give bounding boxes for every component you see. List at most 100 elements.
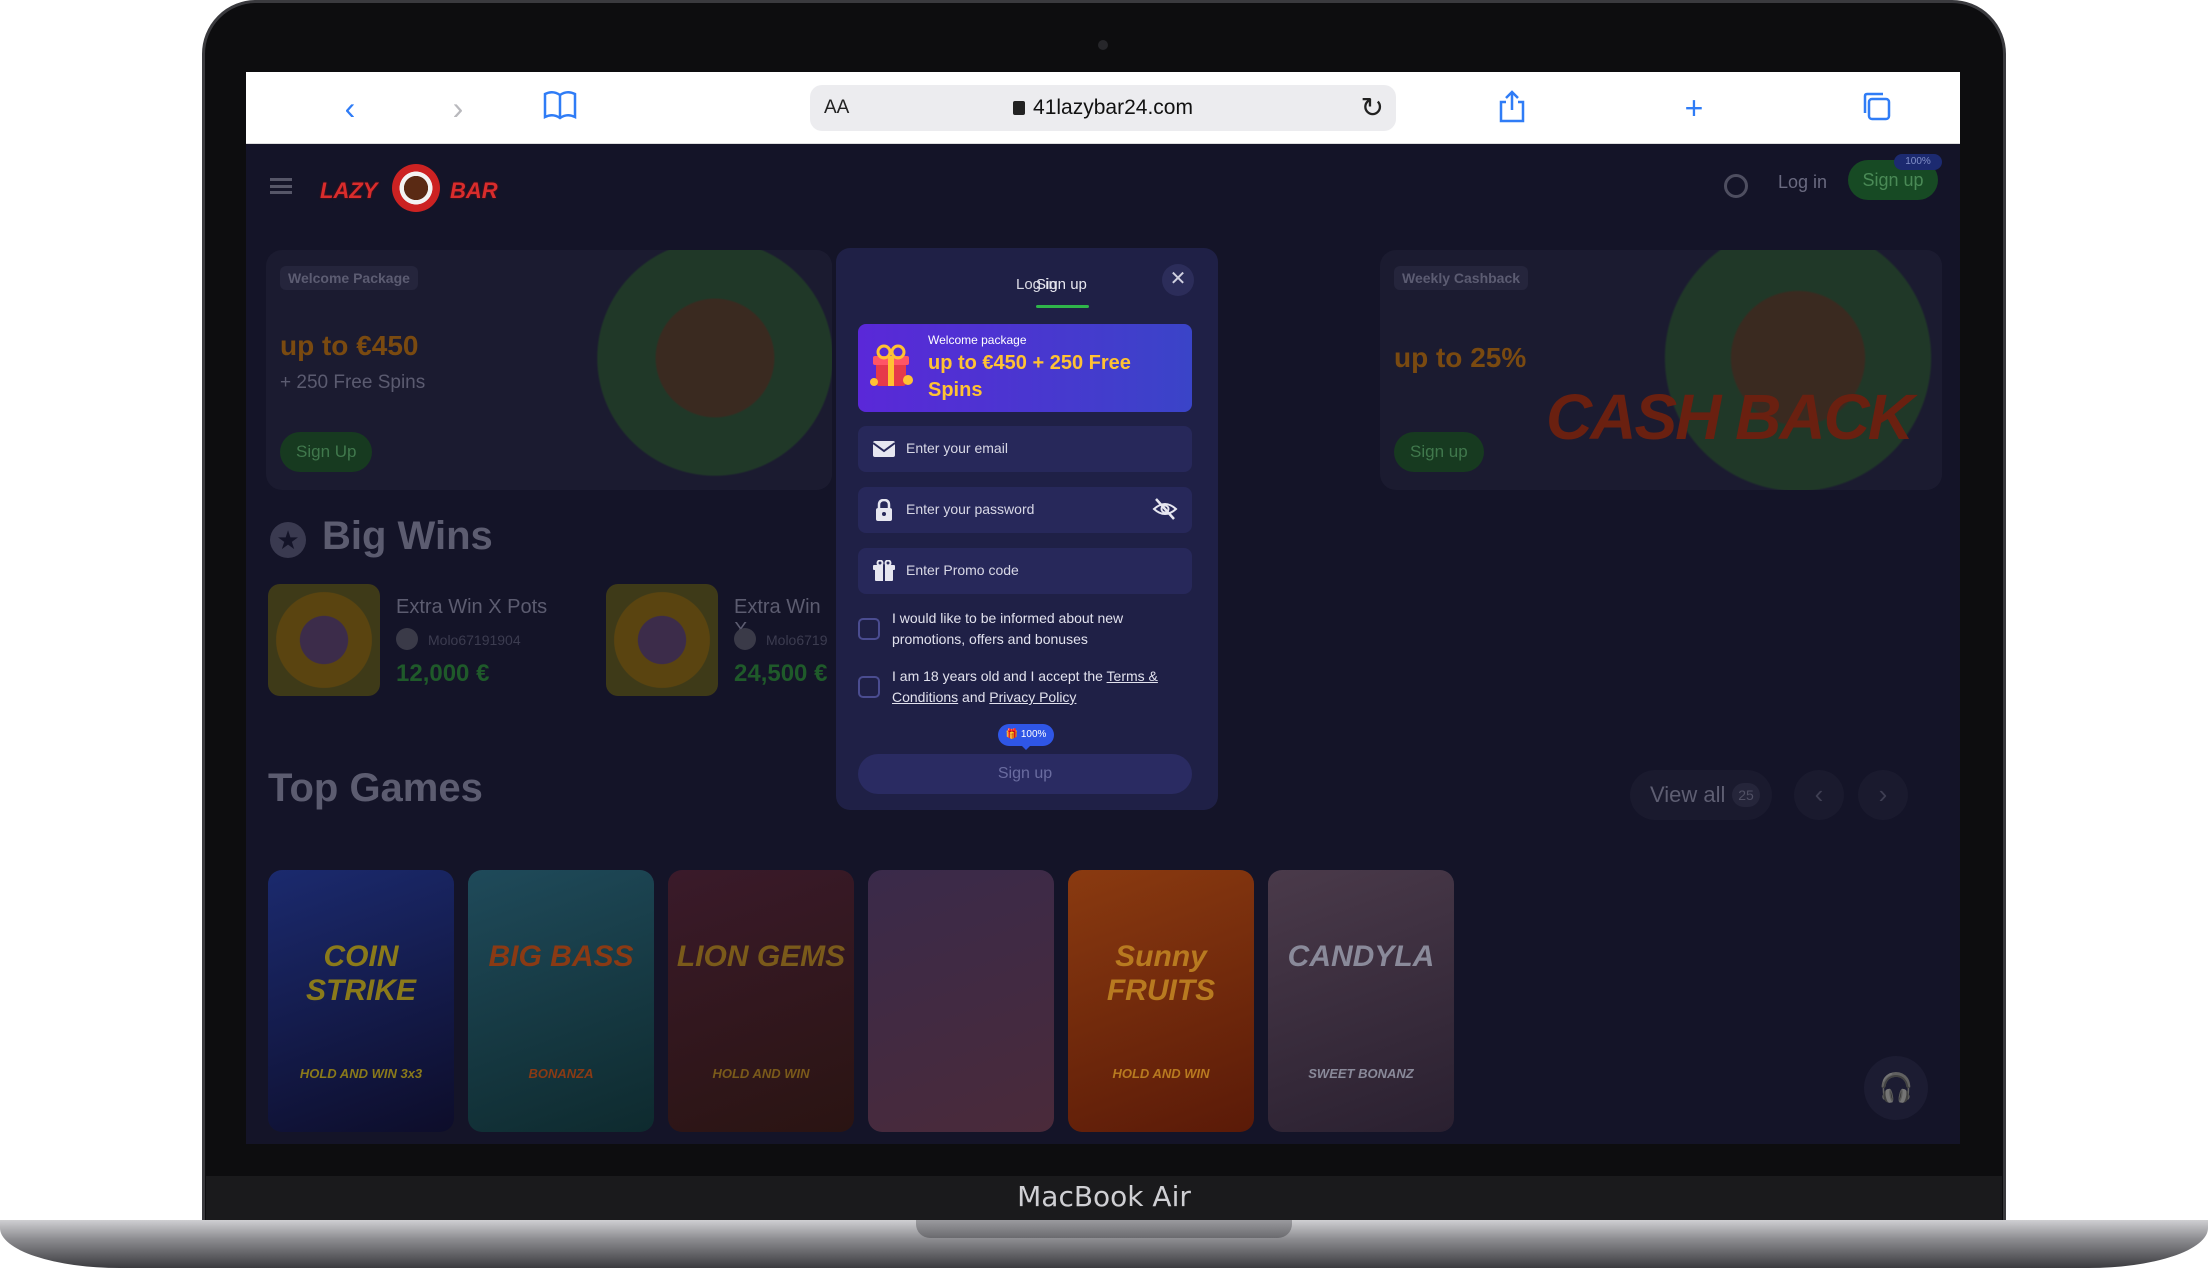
promo-title: up to 25% bbox=[1394, 342, 1527, 373]
back-icon[interactable]: ‹ bbox=[332, 90, 368, 126]
star-icon: ★ bbox=[270, 522, 306, 558]
bonus-pill: 🎁 100% bbox=[998, 724, 1054, 750]
tabs-overview-icon[interactable] bbox=[1858, 90, 1894, 126]
url-text: 41lazybar24.com bbox=[1033, 96, 1193, 119]
active-tab-indicator bbox=[1036, 305, 1089, 308]
tab-signup[interactable]: Sign up bbox=[1036, 276, 1087, 293]
game-title: Sunny FRUITS bbox=[1106, 940, 1216, 1007]
game-tile[interactable]: COIN STRIKE HOLD AND WIN 3x3 bbox=[268, 870, 454, 1132]
game-tile[interactable]: Sunny FRUITS HOLD AND WIN bbox=[1068, 870, 1254, 1132]
game-tile[interactable]: LION GEMS HOLD AND WIN bbox=[668, 870, 854, 1132]
promo-subtitle: + 250 Free Spins bbox=[280, 372, 426, 393]
signup-submit-button[interactable]: Sign up bbox=[858, 754, 1192, 794]
forward-icon[interactable]: › bbox=[440, 90, 476, 126]
promo-code-placeholder: Enter Promo code bbox=[906, 562, 1019, 578]
view-all-label: View all bbox=[1650, 782, 1726, 807]
big-win-item[interactable]: Extra Win X Molo6719 24,500 € bbox=[606, 584, 838, 700]
gift-icon bbox=[870, 344, 913, 386]
win-game-name: Extra Win X Pots bbox=[396, 596, 548, 618]
signup-modal: Log in Sign up ✕ Welcome package up to €… bbox=[836, 248, 1218, 810]
url-display: 41lazybar24.com bbox=[810, 96, 1396, 120]
promo-signup-button[interactable]: Sign up bbox=[1394, 432, 1484, 472]
header-login-link[interactable]: Log in bbox=[1778, 172, 1827, 193]
win-amount: 24,500 € bbox=[734, 660, 828, 687]
signup-bonus-badge: 100% bbox=[1894, 154, 1942, 170]
game-tile[interactable]: CANDYLA SWEET BONANZ bbox=[1268, 870, 1454, 1132]
marketing-checkbox[interactable] bbox=[858, 618, 880, 640]
user-avatar bbox=[396, 628, 418, 650]
game-tile[interactable] bbox=[868, 870, 1054, 1132]
logo-right-text: BAR bbox=[450, 178, 498, 203]
game-subtitle: SWEET BONANZ bbox=[1308, 1066, 1414, 1081]
promo-character-image bbox=[1622, 250, 1942, 490]
game-title: COIN STRIKE bbox=[305, 940, 416, 1007]
banner-caption: Welcome package bbox=[928, 333, 1027, 347]
password-placeholder: Enter your password bbox=[906, 501, 1035, 517]
logo-ball-icon bbox=[392, 164, 440, 212]
game-title: BIG BASS bbox=[488, 940, 634, 973]
game-subtitle: HOLD AND WIN 3x3 bbox=[299, 1066, 423, 1081]
age-terms-text: I am 18 years old and I accept the Terms… bbox=[892, 666, 1192, 708]
age-terms-prefix: I am 18 years old and I accept the bbox=[892, 668, 1107, 684]
eye-slash-icon[interactable] bbox=[1152, 497, 1178, 521]
game-thumbnail bbox=[268, 584, 380, 696]
banner-offer: up to €450 + 250 Free Spins bbox=[928, 352, 1131, 401]
marketing-consent-text: I would like to be informed about new pr… bbox=[892, 610, 1124, 647]
game-subtitle: HOLD AND WIN bbox=[1112, 1066, 1210, 1081]
promo-signup-button[interactable]: Sign Up bbox=[280, 432, 373, 472]
password-field[interactable]: Enter your password bbox=[858, 487, 1192, 533]
age-terms-checkbox[interactable] bbox=[858, 676, 880, 698]
safari-toolbar: ‹ › AA 41lazybar24.com ↻ + bbox=[246, 72, 1960, 144]
game-tile[interactable]: BIG BASS BONANZA bbox=[468, 870, 654, 1132]
win-username: Molo67191904 bbox=[428, 632, 521, 648]
carousel-prev-button[interactable]: ‹ bbox=[1794, 770, 1844, 820]
close-icon[interactable]: ✕ bbox=[1162, 264, 1194, 296]
promo-character-image bbox=[572, 250, 832, 490]
games-count-badge: 25 bbox=[1732, 783, 1760, 807]
lock-icon bbox=[1013, 101, 1026, 115]
privacy-policy-link[interactable]: Privacy Policy bbox=[989, 689, 1076, 705]
game-subtitle: BONANZA bbox=[528, 1066, 594, 1081]
screen: ‹ › AA 41lazybar24.com ↻ + LAZY BAR Log bbox=[246, 72, 1960, 1144]
welcome-banner: Welcome package up to €450 + 250 Free Sp… bbox=[858, 324, 1192, 412]
top-games-title: Top Games bbox=[268, 766, 483, 810]
device-label: MacBook Air bbox=[1017, 1180, 1191, 1213]
cashback-art-text: CASH BACK bbox=[1546, 381, 1914, 453]
menu-icon[interactable] bbox=[270, 178, 292, 194]
promo-tag: Weekly Cashback bbox=[1394, 266, 1529, 290]
email-field[interactable]: Enter your email bbox=[858, 426, 1192, 472]
logo-left-text: LAZY bbox=[320, 178, 378, 203]
game-title: LION GEMS bbox=[676, 940, 846, 973]
big-win-item[interactable]: Extra Win X Pots Molo67191904 12,000 € bbox=[268, 584, 588, 700]
site-header: LAZY BAR Log in Sign up 100% bbox=[246, 144, 1960, 230]
big-wins-title: Big Wins bbox=[322, 514, 493, 558]
support-headset-icon[interactable]: 🎧 bbox=[1864, 1056, 1928, 1120]
site-logo[interactable]: LAZY BAR bbox=[320, 164, 510, 214]
reload-icon[interactable]: ↻ bbox=[1361, 91, 1384, 124]
share-icon[interactable] bbox=[1494, 90, 1530, 126]
cashback-promo-card[interactable]: Weekly Cashback up to 25% Sign up CASH B… bbox=[1380, 250, 1942, 490]
game-thumbnail bbox=[606, 584, 718, 696]
new-tab-icon[interactable]: + bbox=[1676, 90, 1712, 126]
search-icon[interactable] bbox=[1724, 174, 1748, 198]
promo-code-field[interactable]: Enter Promo code bbox=[858, 548, 1192, 594]
bonus-pill-text: 100% bbox=[1020, 729, 1047, 740]
email-placeholder: Enter your email bbox=[906, 440, 1008, 456]
win-amount: 12,000 € bbox=[396, 660, 490, 687]
bookmarks-icon[interactable] bbox=[542, 90, 578, 126]
promo-tag: Welcome Package bbox=[280, 266, 418, 290]
promo-title: up to €450 bbox=[280, 330, 419, 361]
view-all-button[interactable]: View all 25 bbox=[1630, 770, 1772, 820]
camera-dot bbox=[1098, 40, 1108, 50]
gift-icon bbox=[873, 560, 895, 581]
user-avatar bbox=[734, 628, 756, 650]
win-username: Molo6719 bbox=[766, 632, 828, 648]
envelope-icon bbox=[872, 441, 896, 457]
carousel-next-button[interactable]: › bbox=[1858, 770, 1908, 820]
gift-icon: 🎁 bbox=[1005, 729, 1019, 740]
welcome-promo-card[interactable]: Welcome Package up to €450 + 250 Free Sp… bbox=[266, 250, 832, 490]
and-text: and bbox=[958, 689, 990, 705]
game-title: CANDYLA bbox=[1287, 940, 1435, 973]
address-bar[interactable]: AA 41lazybar24.com ↻ bbox=[810, 85, 1396, 131]
game-subtitle: HOLD AND WIN bbox=[712, 1066, 810, 1081]
